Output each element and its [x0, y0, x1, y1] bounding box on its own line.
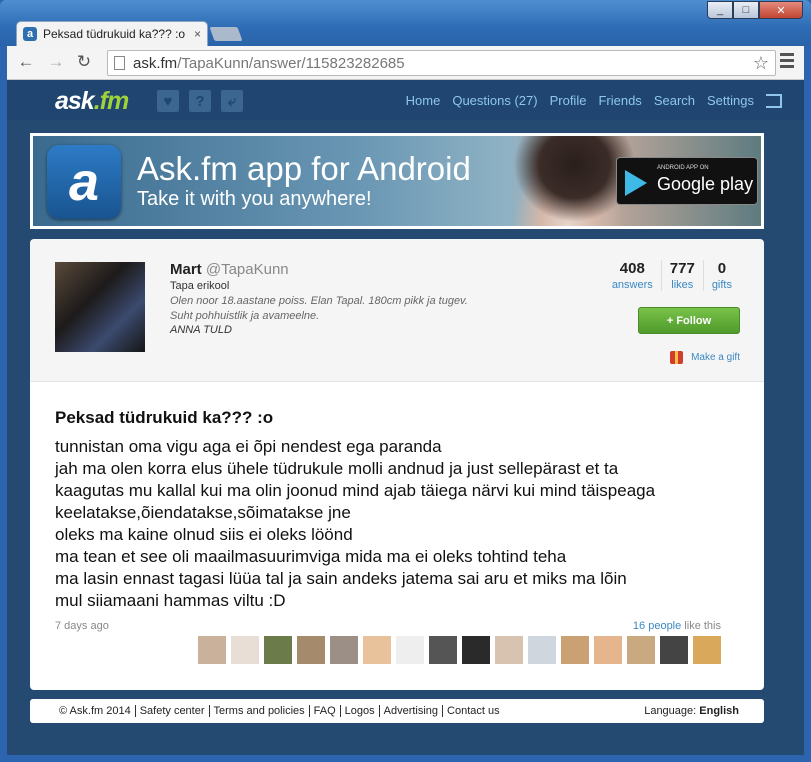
answer-timestamp[interactable]: 7 days ago	[55, 620, 109, 632]
browser-menu-icon[interactable]	[780, 53, 794, 71]
forward-arrow-icon[interactable]: →	[45, 52, 67, 72]
profile-bio: Olen noor 18.aastane poiss. Elan Tapal. …	[170, 295, 468, 322]
nav-home[interactable]: Home	[406, 93, 441, 108]
logout-icon[interactable]	[766, 93, 782, 108]
footer-copyright: © Ask.fm 2014	[59, 705, 131, 717]
language-selector[interactable]: Language: English	[644, 705, 739, 717]
liker-avatar[interactable]	[363, 636, 391, 664]
address-bar[interactable]: ask.fm/TapaKunn/answer/115823282685 ☆	[107, 50, 776, 76]
askfm-favicon-icon: a	[23, 27, 37, 41]
profile-avatar[interactable]	[55, 262, 145, 352]
nav-questions[interactable]: Questions (27)	[452, 93, 537, 108]
header-nav: Home Questions (27) Profile Friends Sear…	[406, 93, 782, 108]
stat-likes[interactable]: 777 likes	[660, 260, 703, 291]
maximize-button[interactable]: □	[733, 1, 759, 19]
page-content: ask.fm ♥ ? ⤶ Home Questions (27) Profile…	[7, 80, 804, 755]
follow-button[interactable]: + Follow	[638, 307, 740, 334]
liker-avatar[interactable]	[495, 636, 523, 664]
footer-link-terms[interactable]: Terms and policies	[208, 705, 309, 717]
page-icon	[114, 56, 125, 70]
site-header: ask.fm ♥ ? ⤶ Home Questions (27) Profile…	[7, 80, 804, 120]
android-app-banner[interactable]: a Ask.fm app for Android Take it with yo…	[30, 133, 764, 229]
answer-card: Peksad tüdrukuid ka??? :o tunnistan oma …	[30, 381, 764, 690]
liker-avatar[interactable]	[627, 636, 655, 664]
banner-subtitle: Take it with you anywhere!	[137, 188, 372, 210]
askfm-app-logo: a	[47, 145, 121, 219]
minimize-button[interactable]: _	[707, 1, 733, 19]
new-tab-button[interactable]	[209, 27, 243, 41]
reload-icon[interactable]: ↻	[73, 52, 95, 72]
nav-friends[interactable]: Friends	[598, 93, 641, 108]
liker-avatar[interactable]	[198, 636, 226, 664]
banner-photo	[503, 136, 633, 226]
nav-search[interactable]: Search	[654, 93, 695, 108]
askfm-logo[interactable]: ask.fm	[55, 87, 129, 116]
answer-line: jah ma olen korra elus ühele tüdrukule m…	[55, 459, 619, 478]
answer-line: ma tean et see oli maailmasuurimviga mid…	[55, 547, 567, 566]
gift-icon	[670, 351, 684, 364]
footer-link-advertising[interactable]: Advertising	[378, 705, 442, 717]
liker-avatar[interactable]	[264, 636, 292, 664]
liker-avatar[interactable]	[231, 636, 259, 664]
liker-avatar[interactable]	[693, 636, 721, 664]
liker-avatar[interactable]	[396, 636, 424, 664]
make-gift-link[interactable]: Make a gift	[670, 351, 740, 364]
answer-line: oleks ma kaine olnud siis ei oleks löönd	[55, 525, 353, 544]
liker-avatar[interactable]	[429, 636, 457, 664]
profile-name: Mart @TapaKunn	[170, 261, 289, 278]
likes-summary: 16 people like this	[632, 620, 721, 632]
header-icons: ♥ ? ⤶	[157, 90, 243, 112]
window-titlebar: _ □ ✕ a Peksad tüdrukuid ka??? :o ×	[0, 0, 811, 46]
liker-avatar[interactable]	[528, 636, 556, 664]
liker-avatar[interactable]	[330, 636, 358, 664]
back-arrow-icon[interactable]: ←	[15, 52, 37, 72]
badge-small-text: ANDROID APP ON	[657, 165, 709, 171]
reply-icon[interactable]: ⤶	[221, 90, 243, 112]
browser-tab[interactable]: a Peksad tüdrukuid ka??? :o ×	[16, 21, 208, 46]
liker-avatar[interactable]	[660, 636, 688, 664]
bookmark-star-icon[interactable]: ☆	[753, 53, 769, 74]
profile-school: Tapa erikool	[170, 280, 230, 292]
likes-link[interactable]: 16 people	[633, 620, 681, 632]
footer-link-faq[interactable]: FAQ	[308, 705, 340, 717]
question-icon[interactable]: ?	[189, 90, 211, 112]
footer-link-safety[interactable]: Safety center	[134, 705, 209, 717]
close-window-button[interactable]: ✕	[759, 1, 803, 19]
heart-icon[interactable]: ♥	[157, 90, 179, 112]
url-text: ask.fm/TapaKunn/answer/115823282685	[133, 54, 405, 72]
nav-settings[interactable]: Settings	[707, 93, 754, 108]
profile-stats: 408 answers 777 likes 0 gifts	[604, 260, 740, 291]
tab-title: Peksad tüdrukuid ka??? :o	[43, 27, 186, 41]
profile-card: Mart @TapaKunn Tapa erikool Olen noor 18…	[30, 239, 764, 381]
footer-link-logos[interactable]: Logos	[339, 705, 379, 717]
liker-avatar[interactable]	[462, 636, 490, 664]
footer-link-contact[interactable]: Contact us	[442, 705, 504, 717]
nav-profile[interactable]: Profile	[550, 93, 587, 108]
question-text: Peksad tüdrukuid ka??? :o	[55, 408, 274, 427]
liker-avatar[interactable]	[561, 636, 589, 664]
footer-links: © Ask.fm 2014 Safety center Terms and po…	[55, 705, 504, 717]
answer-body: tunnistan oma vigu aga ei õpi nendest eg…	[55, 436, 745, 612]
liker-avatar[interactable]	[594, 636, 622, 664]
badge-big-text: Google play	[657, 174, 754, 194]
google-play-badge[interactable]: ANDROID APP ON Google play	[616, 157, 758, 205]
browser-toolbar: ← → ↻ ask.fm/TapaKunn/answer/11582328268…	[7, 46, 804, 80]
profile-motto: ANNA TULD	[170, 324, 232, 336]
google-play-icon	[625, 170, 647, 196]
answer-line: kaagutas mu kallal kui ma olin joonud mi…	[55, 481, 656, 500]
site-footer: © Ask.fm 2014 Safety center Terms and po…	[30, 699, 764, 723]
banner-title: Ask.fm app for Android	[137, 150, 471, 187]
answer-line: keelatakse,õiendatakse,sõimatakse jne	[55, 503, 351, 522]
liker-avatar[interactable]	[297, 636, 325, 664]
window-controls: _ □ ✕	[707, 1, 803, 19]
stat-gifts[interactable]: 0 gifts	[702, 260, 740, 291]
answer-line: tunnistan oma vigu aga ei õpi nendest eg…	[55, 437, 442, 456]
liker-avatars	[198, 636, 721, 664]
tab-close-icon[interactable]: ×	[194, 27, 201, 41]
answer-line: ma lasin ennast tagasi lüüa tal ja sain …	[55, 569, 627, 588]
answer-line: mul siiamaani hammas viltu :D	[55, 591, 286, 610]
stat-answers[interactable]: 408 answers	[604, 260, 661, 291]
